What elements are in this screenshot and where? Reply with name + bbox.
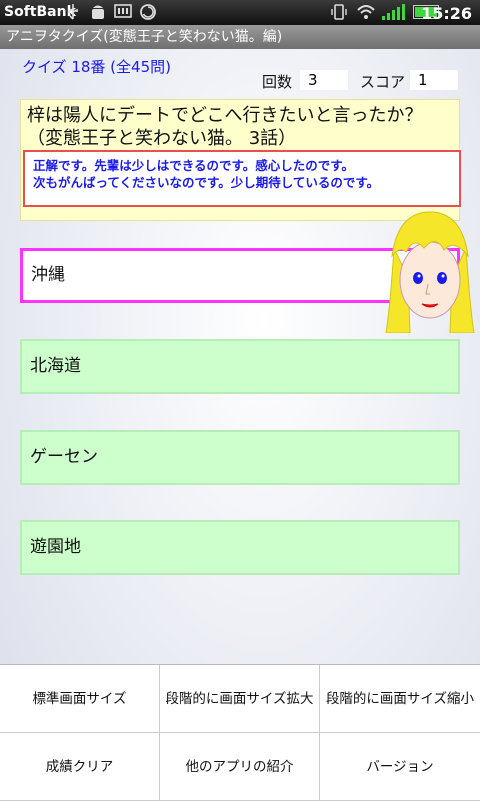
options-menu: 標準画面サイズ 段階的に画面サイズ拡大 段階的に画面サイズ縮小 成績クリア 他の…: [0, 664, 480, 801]
score-label: スコア: [360, 73, 406, 91]
question-panel: 梓は陽人にデートでどこへ行きたいと言ったか？（変態王子と笑わない猫。 3話） 正…: [20, 99, 461, 221]
answer-option-4[interactable]: 遊園地: [20, 520, 460, 575]
vibrate-icon: [330, 3, 348, 21]
menu-zoom-in[interactable]: 段階的に画面サイズ拡大: [160, 665, 320, 733]
count-label: 回数: [262, 73, 293, 91]
feedback-line-1: 正解です。先輩は少しはできるのです。感心したのです。: [33, 158, 355, 173]
android-debug-icon: [89, 3, 107, 21]
count-value: 3: [300, 70, 348, 90]
feedback-box: 正解です。先輩は少しはできるのです。感心したのです。 次もがんばってくださいなの…: [23, 150, 461, 207]
score-value: 1: [410, 70, 458, 90]
sync-icon: [139, 3, 157, 21]
sd-card-icon: [114, 3, 132, 21]
menu-clear-score[interactable]: 成績クリア: [0, 733, 160, 801]
wifi-icon: [356, 3, 375, 21]
usb-icon: [64, 3, 82, 21]
mascot-character-image: [384, 208, 476, 334]
question-text: 梓は陽人にデートでどこへ行きたいと言ったか？（変態王子と笑わない猫。 3話）: [27, 105, 423, 149]
menu-zoom-out[interactable]: 段階的に画面サイズ縮小: [320, 665, 480, 733]
answer-option-3[interactable]: ゲーセン: [20, 430, 460, 485]
feedback-line-2: 次もがんばってくださいなのです。少し期待しているのです。: [33, 175, 380, 190]
menu-other-apps[interactable]: 他のアプリの紹介: [160, 733, 320, 801]
clock: 15:26: [421, 4, 472, 23]
signal-icon: [382, 4, 405, 20]
app-title-bar: アニヲタクイズ(変態王子と笑わない猫。編): [0, 25, 480, 49]
menu-standard-size[interactable]: 標準画面サイズ: [0, 665, 160, 733]
menu-version[interactable]: バージョン: [320, 733, 480, 801]
answer-option-2[interactable]: 北海道: [20, 339, 460, 394]
quiz-number: クイズ 18番 (全45問): [22, 58, 171, 76]
status-bar: SoftBank 15:26: [0, 0, 480, 25]
